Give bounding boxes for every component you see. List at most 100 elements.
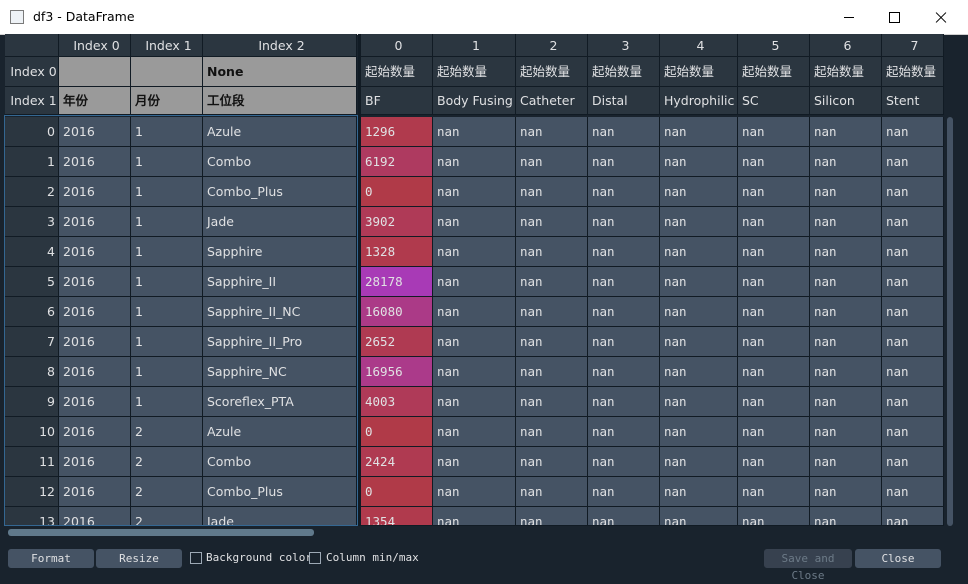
data-cell[interactable]: nan xyxy=(588,147,660,177)
data-cell[interactable]: nan xyxy=(588,297,660,327)
column-minmax-checkbox[interactable] xyxy=(309,552,321,564)
row-header[interactable]: 9 xyxy=(5,387,59,417)
dataframe-table[interactable]: Index 0 Index 1 Index 2 Index 0 Index 1 None 年… xyxy=(0,34,968,544)
data-cell[interactable]: nan xyxy=(882,207,944,237)
data-cell[interactable]: nan xyxy=(588,327,660,357)
data-cell[interactable]: nan xyxy=(882,237,944,267)
data-cell[interactable]: nan xyxy=(433,447,516,477)
data-cell[interactable]: nan xyxy=(660,237,738,267)
data-cell[interactable]: nan xyxy=(516,207,588,237)
data-cell[interactable]: nan xyxy=(882,147,944,177)
format-button[interactable]: Format xyxy=(8,549,94,568)
column-header[interactable]: 6 xyxy=(810,34,882,57)
column-header-level1[interactable]: SC xyxy=(738,87,810,115)
column-header-level0[interactable]: 起始数量 xyxy=(660,57,738,87)
data-cell[interactable]: nan xyxy=(588,207,660,237)
index-cell-month[interactable]: 1 xyxy=(131,177,203,207)
index-cell-month[interactable]: 1 xyxy=(131,327,203,357)
index-cell-station[interactable]: Combo_Plus xyxy=(203,477,357,507)
data-cell[interactable]: nan xyxy=(433,357,516,387)
index-cell-station[interactable]: Combo xyxy=(203,447,357,477)
data-cell[interactable]: nan xyxy=(810,417,882,447)
data-cell[interactable]: nan xyxy=(660,147,738,177)
index-cell-station[interactable]: Sapphire_II_NC xyxy=(203,297,357,327)
index-cell-month[interactable]: 2 xyxy=(131,417,203,447)
data-cell[interactable]: nan xyxy=(810,297,882,327)
data-cell[interactable]: nan xyxy=(882,327,944,357)
data-cell[interactable]: nan xyxy=(433,297,516,327)
index-cell-year[interactable]: 2016 xyxy=(59,117,131,147)
data-cell-bf[interactable]: 6192 xyxy=(361,147,433,177)
data-cell-bf[interactable]: 0 xyxy=(361,177,433,207)
index-cell-month[interactable]: 1 xyxy=(131,297,203,327)
row-header[interactable]: 2 xyxy=(5,177,59,207)
data-cell[interactable]: nan xyxy=(660,357,738,387)
vertical-scrollbar-thumb[interactable] xyxy=(947,117,953,526)
column-header[interactable]: 1 xyxy=(433,34,516,57)
data-cell[interactable]: nan xyxy=(433,507,516,526)
index-cell-station[interactable]: Sapphire_II_Pro xyxy=(203,327,357,357)
index-cell-month[interactable]: 1 xyxy=(131,387,203,417)
resize-button[interactable]: Resize xyxy=(96,549,182,568)
index-cell-month[interactable]: 2 xyxy=(131,447,203,477)
index-cell-station[interactable]: Azule xyxy=(203,417,357,447)
data-cell[interactable]: nan xyxy=(660,507,738,526)
index-cell-year[interactable]: 2016 xyxy=(59,507,131,526)
column-header-level1[interactable]: Silicon xyxy=(810,87,882,115)
column-header-level0[interactable]: 起始数量 xyxy=(810,57,882,87)
data-cell[interactable]: nan xyxy=(516,477,588,507)
data-cell[interactable]: nan xyxy=(660,117,738,147)
data-cell[interactable]: nan xyxy=(660,447,738,477)
data-cell[interactable]: nan xyxy=(882,297,944,327)
data-cell[interactable]: nan xyxy=(516,147,588,177)
data-cell[interactable]: nan xyxy=(588,447,660,477)
row-header[interactable]: 10 xyxy=(5,417,59,447)
index-cell-year[interactable]: 2016 xyxy=(59,267,131,297)
data-cell[interactable]: nan xyxy=(882,387,944,417)
data-cell[interactable]: nan xyxy=(433,417,516,447)
index-cell-month[interactable]: 1 xyxy=(131,207,203,237)
index-cell-month[interactable]: 1 xyxy=(131,357,203,387)
data-cell[interactable]: nan xyxy=(882,117,944,147)
index-cell-month[interactable]: 1 xyxy=(131,147,203,177)
index-cell-year[interactable]: 2016 xyxy=(59,327,131,357)
horizontal-scrollbar-thumb[interactable] xyxy=(8,529,314,536)
data-cell[interactable]: nan xyxy=(738,237,810,267)
data-cell-bf[interactable]: 2652 xyxy=(361,327,433,357)
row-header[interactable]: 1 xyxy=(5,147,59,177)
data-cell-bf[interactable]: 0 xyxy=(361,417,433,447)
data-cell[interactable]: nan xyxy=(516,387,588,417)
index-cell-year[interactable]: 2016 xyxy=(59,177,131,207)
column-header[interactable]: 4 xyxy=(660,34,738,57)
row-header[interactable]: 7 xyxy=(5,327,59,357)
data-cell[interactable]: nan xyxy=(516,327,588,357)
index-cell-month[interactable]: 1 xyxy=(131,267,203,297)
index-cell-year[interactable]: 2016 xyxy=(59,147,131,177)
data-cell-bf[interactable]: 16080 xyxy=(361,297,433,327)
data-cell[interactable]: nan xyxy=(660,417,738,447)
data-cell[interactable]: nan xyxy=(882,477,944,507)
data-cell[interactable]: nan xyxy=(738,387,810,417)
data-cell[interactable]: nan xyxy=(882,447,944,477)
data-cell[interactable]: nan xyxy=(738,357,810,387)
data-cell[interactable]: nan xyxy=(810,117,882,147)
data-cell[interactable]: nan xyxy=(433,387,516,417)
data-cell[interactable]: nan xyxy=(588,237,660,267)
data-cell[interactable]: nan xyxy=(588,387,660,417)
data-cell[interactable]: nan xyxy=(810,327,882,357)
data-cell[interactable]: nan xyxy=(810,447,882,477)
row-header[interactable]: 5 xyxy=(5,267,59,297)
data-cell[interactable]: nan xyxy=(738,207,810,237)
index-cell-year[interactable]: 2016 xyxy=(59,357,131,387)
data-cell[interactable]: nan xyxy=(810,207,882,237)
data-cell-bf[interactable]: 4003 xyxy=(361,387,433,417)
data-cell[interactable]: nan xyxy=(433,177,516,207)
column-header-level0[interactable]: 起始数量 xyxy=(516,57,588,87)
column-header-level0[interactable]: 起始数量 xyxy=(588,57,660,87)
data-cell[interactable]: nan xyxy=(588,417,660,447)
column-header[interactable]: 5 xyxy=(738,34,810,57)
index-level-header[interactable]: Index 2 xyxy=(203,34,357,57)
index-cell-station[interactable]: Combo xyxy=(203,147,357,177)
column-header[interactable]: 3 xyxy=(588,34,660,57)
row-header[interactable]: 0 xyxy=(5,117,59,147)
